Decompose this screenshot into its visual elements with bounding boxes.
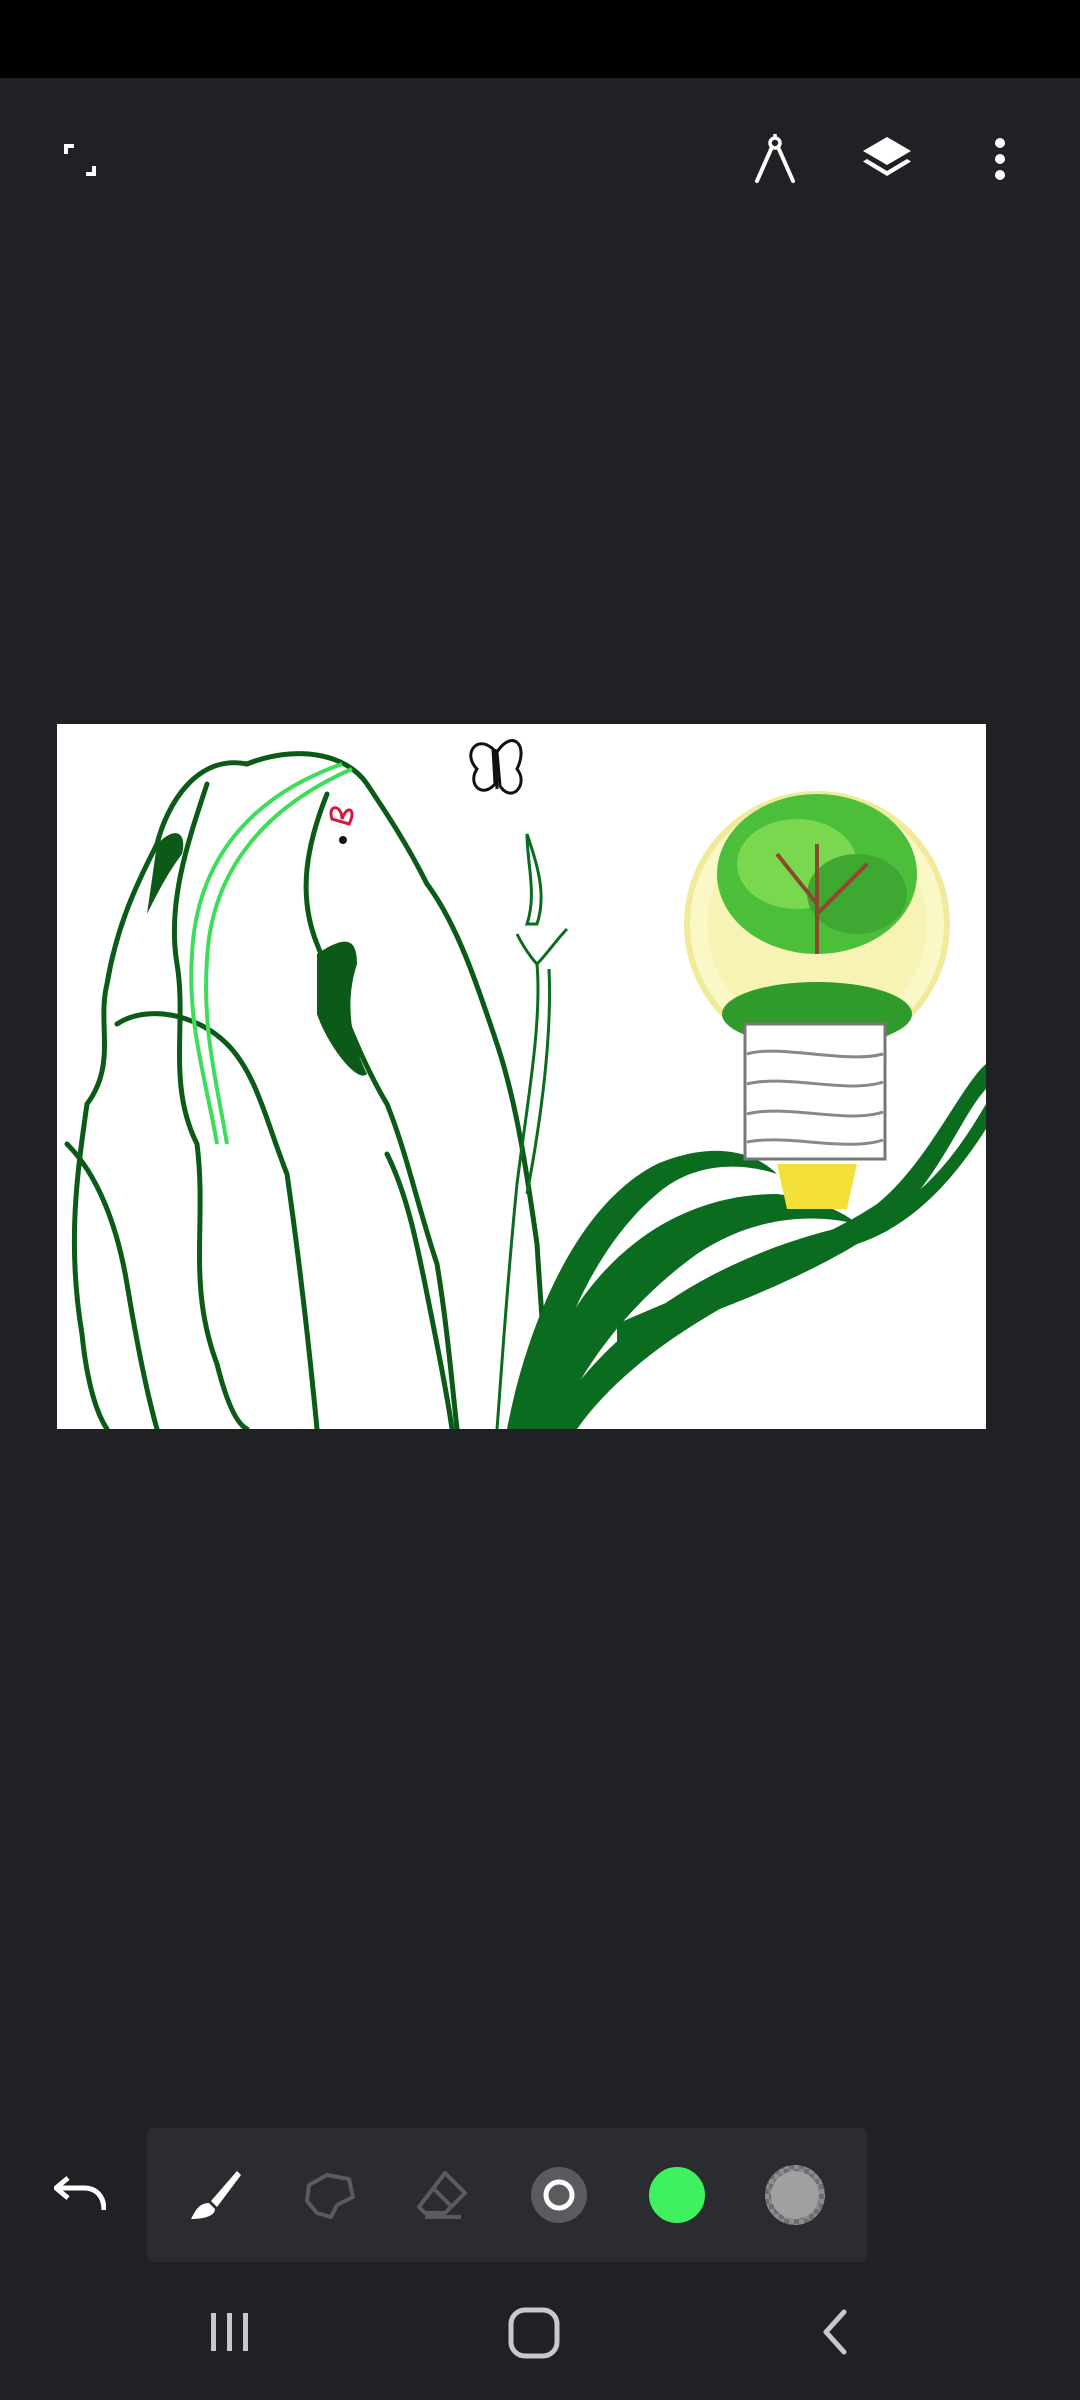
lasso-icon	[305, 2173, 355, 2219]
drawing-canvas[interactable]	[57, 724, 986, 1429]
layers-button[interactable]	[852, 124, 922, 194]
eraser-icon	[417, 2171, 467, 2219]
undo-icon	[54, 2176, 106, 2211]
brush-size-icon	[531, 2167, 587, 2223]
artwork-illustration	[64, 739, 986, 1429]
brush-icon	[191, 2171, 241, 2219]
recent-apps-button[interactable]	[190, 2302, 270, 2362]
ruler-compass-icon	[755, 134, 795, 183]
opacity-control[interactable]	[756, 2156, 834, 2234]
status-bar	[0, 0, 1080, 78]
fullscreen-button[interactable]	[48, 128, 112, 192]
recent-apps-icon	[211, 2313, 248, 2351]
brush-tool[interactable]	[176, 2156, 254, 2234]
opacity-swatch	[765, 2165, 825, 2225]
more-options-button[interactable]	[970, 124, 1030, 194]
back-icon	[823, 2309, 847, 2355]
back-button[interactable]	[800, 2302, 870, 2362]
tool-bar	[147, 2128, 867, 2262]
home-button[interactable]	[494, 2298, 574, 2368]
layers-icon	[863, 137, 911, 176]
navigation-bar	[0, 2262, 1080, 2400]
brush-size-control[interactable]	[520, 2156, 598, 2234]
undo-button[interactable]	[44, 2158, 116, 2230]
more-vert-icon	[995, 138, 1005, 180]
color-swatch	[647, 2165, 707, 2225]
lasso-tool[interactable]	[290, 2156, 368, 2234]
color-picker[interactable]	[638, 2156, 716, 2234]
ruler-compass-button[interactable]	[740, 124, 810, 194]
home-icon	[508, 2307, 560, 2359]
eraser-tool[interactable]	[404, 2156, 482, 2234]
fullscreen-icon	[64, 144, 96, 176]
